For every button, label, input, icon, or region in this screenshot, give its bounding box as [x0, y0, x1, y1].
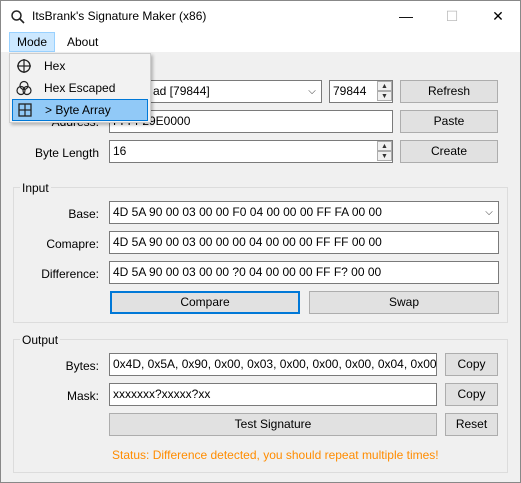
- bytes-label: Bytes:: [65, 359, 99, 373]
- output-group-label: Output: [20, 333, 61, 347]
- byte-length-stepper[interactable]: 16 ▲ ▼: [109, 140, 393, 163]
- app-window: ItsBrank's Signature Maker (x86) — ☐ ✕ M…: [0, 0, 521, 483]
- window-title: ItsBrank's Signature Maker (x86): [32, 9, 207, 23]
- status-text: Status: Difference detected, you should …: [112, 448, 439, 462]
- byte-length-label: Byte Length: [34, 146, 99, 160]
- spin-up-icon[interactable]: ▲: [377, 81, 392, 91]
- byte-length-value: 16: [113, 144, 127, 158]
- maximize-button[interactable]: ☐: [429, 1, 475, 32]
- app-search-icon: [10, 9, 26, 25]
- address-input[interactable]: FFFF29E0000: [109, 110, 393, 133]
- spin-up-icon[interactable]: ▲: [377, 141, 392, 151]
- chevron-down-icon[interactable]: ⌵: [480, 202, 498, 223]
- spin-down-icon[interactable]: ▼: [377, 91, 392, 101]
- copy-bytes-button[interactable]: Copy: [445, 353, 498, 376]
- menu-item-hex-escaped[interactable]: Hex Escaped: [12, 77, 148, 99]
- create-button[interactable]: Create: [400, 140, 498, 163]
- menu-mode[interactable]: Mode: [9, 32, 56, 52]
- menu-item-label: Hex: [44, 59, 66, 73]
- pid-value: 79844: [333, 84, 367, 98]
- base-label: Base:: [68, 207, 99, 221]
- close-button[interactable]: ✕: [475, 1, 521, 32]
- mask-output[interactable]: xxxxxxx?xxxxx?xx: [109, 383, 437, 406]
- bytes-output[interactable]: 0x4D, 0x5A, 0x90, 0x00, 0x03, 0x00, 0x00…: [109, 353, 437, 376]
- grid-icon: [17, 102, 33, 118]
- base-value: 4D 5A 90 00 03 00 00 F0 04 00 00 00 FF F…: [113, 205, 382, 219]
- swap-button[interactable]: Swap: [309, 291, 499, 314]
- test-signature-button[interactable]: Test Signature: [109, 413, 437, 436]
- input-group-label: Input: [20, 181, 51, 195]
- menu-item-hex[interactable]: Hex: [12, 55, 148, 77]
- chevron-down-icon[interactable]: ⌵: [303, 81, 321, 102]
- process-combo-value: ad [79844]: [153, 84, 210, 98]
- title-bar[interactable]: ItsBrank's Signature Maker (x86) — ☐ ✕: [1, 1, 520, 32]
- menu-about[interactable]: About: [60, 32, 105, 52]
- base-combo[interactable]: 4D 5A 90 00 03 00 00 F0 04 00 00 00 FF F…: [109, 201, 499, 224]
- minimize-button[interactable]: —: [383, 1, 429, 32]
- menu-item-byte-array[interactable]: > Byte Array: [12, 99, 148, 121]
- refresh-button[interactable]: Refresh: [400, 80, 498, 103]
- difference-label: Difference:: [41, 267, 99, 281]
- compare-input[interactable]: 4D 5A 90 00 03 00 00 00 04 00 00 00 FF F…: [109, 231, 499, 254]
- process-combo[interactable]: ad [79844] ⌵: [149, 80, 322, 103]
- menu-bar: Mode About: [1, 32, 520, 52]
- paste-button[interactable]: Paste: [400, 110, 498, 133]
- crosshair-icon: [16, 58, 32, 74]
- pid-spin[interactable]: ▲ ▼: [377, 81, 392, 101]
- compare-button[interactable]: Compare: [110, 291, 300, 314]
- menu-item-label: Hex Escaped: [44, 81, 116, 95]
- compare-label: Comapre:: [46, 237, 99, 251]
- byte-length-spin[interactable]: ▲ ▼: [377, 141, 392, 161]
- pid-stepper[interactable]: 79844 ▲ ▼: [329, 80, 393, 103]
- copy-mask-button[interactable]: Copy: [445, 383, 498, 406]
- menu-item-label: > Byte Array: [45, 103, 111, 117]
- difference-input[interactable]: 4D 5A 90 00 03 00 00 ?0 04 00 00 00 FF F…: [109, 261, 499, 284]
- mode-dropdown: Hex Hex Escaped > Byte Array: [9, 53, 151, 123]
- reset-button[interactable]: Reset: [445, 413, 498, 436]
- venn-icon: [16, 80, 32, 96]
- mask-label: Mask:: [66, 389, 99, 403]
- spin-down-icon[interactable]: ▼: [377, 151, 392, 161]
